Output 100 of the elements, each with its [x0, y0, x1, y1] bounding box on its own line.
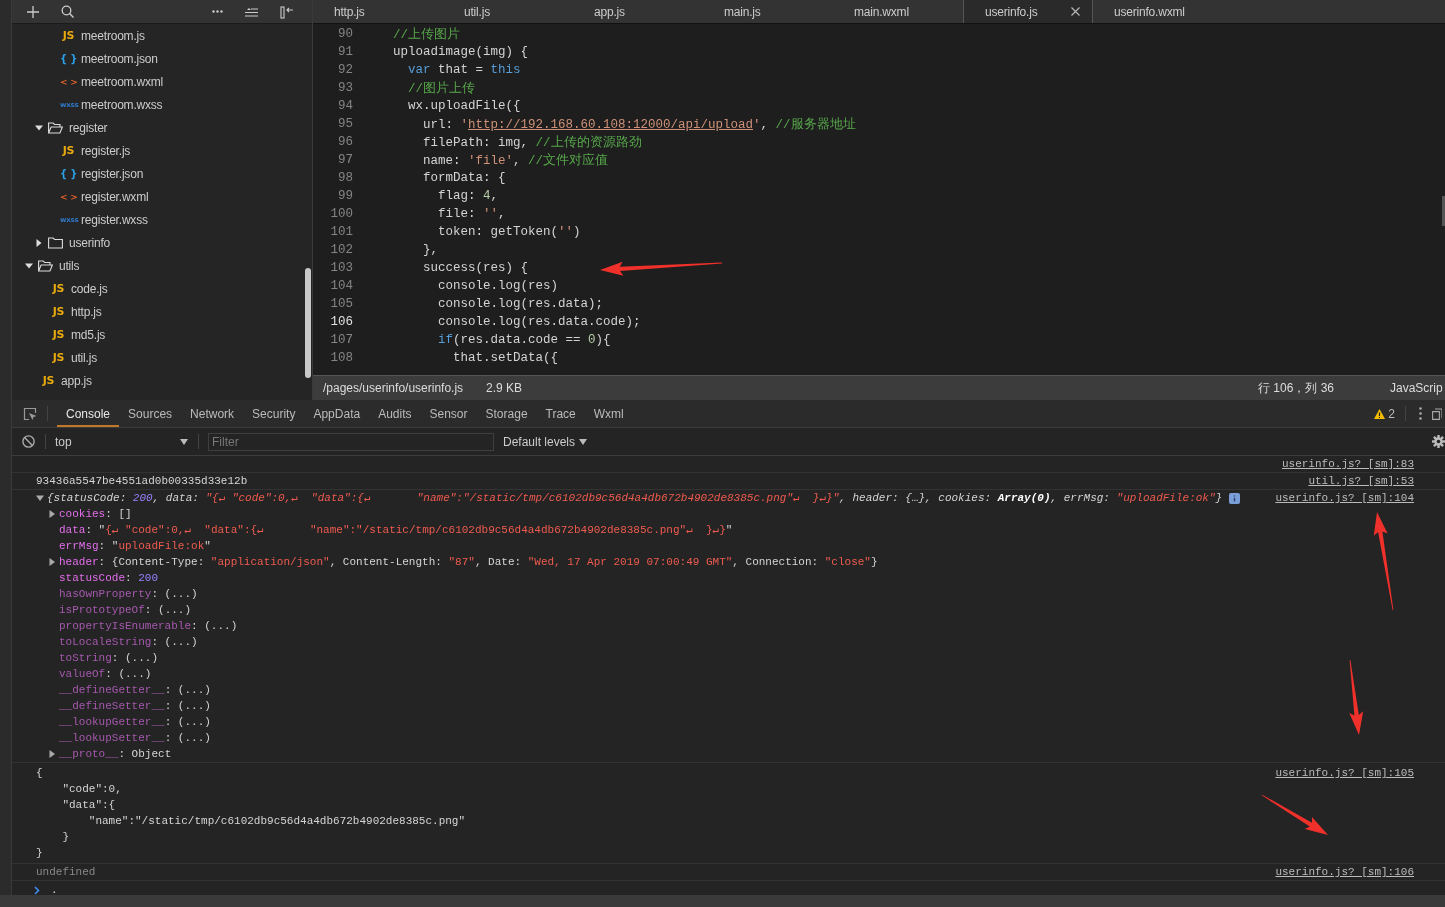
code-line: flag: 4, — [437, 189, 499, 203]
dock-icon[interactable] — [1432, 407, 1442, 420]
tree-item[interactable]: JS register.js — [12, 139, 312, 162]
tree-item[interactable]: userinfo — [12, 231, 312, 254]
object-property: propertyIsEnumerable: (...) — [59, 619, 238, 634]
line-number: 102 — [329, 243, 353, 257]
scrollbar-thumb[interactable] — [305, 268, 311, 378]
editor-tab[interactable]: app.js — [573, 0, 703, 23]
caret-icon — [35, 123, 43, 132]
tree-item[interactable]: < > meetroom.wxml — [12, 70, 312, 93]
line-number: 106 — [329, 315, 353, 329]
devtools-tab[interactable]: Sensor — [420, 400, 477, 427]
collapse-icon[interactable] — [245, 6, 258, 17]
code-line: filePath: img, //上传的资源路劲 — [422, 134, 642, 151]
log-message: 93436a5547be4551ad0b00335d33e12b — [36, 474, 249, 489]
devtools-tab[interactable]: Storage — [476, 400, 537, 427]
devtools-tab[interactable]: Console — [57, 400, 120, 427]
editor-tab[interactable]: http.js — [313, 0, 443, 23]
tree-item[interactable]: < > register.wxml — [12, 185, 312, 208]
code-line: success(res) { — [422, 261, 529, 275]
tree-item[interactable]: JS md5.js — [12, 323, 312, 346]
code-line: console.log(res.data); — [437, 297, 604, 311]
tree-item[interactable]: utils — [12, 254, 312, 277]
expand-caret-icon[interactable] — [48, 510, 56, 518]
source-link[interactable]: userinfo.js? [sm]:105 — [1275, 765, 1414, 781]
devtools-tab[interactable]: Network — [181, 400, 244, 427]
split-panel-icon[interactable] — [280, 4, 294, 19]
warning-count[interactable]: 2 — [1388, 406, 1395, 421]
code-line: wx.uploadFile({ — [407, 99, 521, 113]
annotation-arrow — [1261, 794, 1328, 835]
editor-tab[interactable]: main.wxml — [833, 0, 963, 23]
dropdown-caret-icon — [180, 438, 188, 445]
file-size: 2.9 KB — [486, 381, 523, 395]
devtools-tab[interactable]: Wxml — [584, 400, 633, 427]
clear-console-icon[interactable] — [22, 435, 35, 448]
devtools-tab[interactable]: AppData — [304, 400, 370, 427]
close-icon[interactable] — [1071, 7, 1080, 16]
object-property: __lookupGetter__: (...) — [59, 715, 211, 730]
source-link[interactable]: util.js? [sm]:53 — [1308, 473, 1414, 489]
object-property: errMsg: "uploadFile:ok" — [59, 539, 211, 554]
object-property: hasOwnProperty: (...) — [59, 587, 198, 602]
line-number: 101 — [329, 225, 353, 239]
settings-icon[interactable] — [1432, 435, 1445, 448]
more-icon[interactable] — [212, 10, 223, 13]
more-icon[interactable] — [1419, 407, 1422, 420]
tree-item[interactable]: register — [12, 116, 312, 139]
editor-tab[interactable]: userinfo.js — [963, 0, 1093, 23]
line-number: 98 — [337, 171, 353, 185]
tree-item[interactable]: { } meetroom.json — [12, 47, 312, 70]
expand-caret-icon[interactable] — [48, 750, 56, 758]
add-icon[interactable] — [27, 5, 39, 18]
source-link[interactable]: userinfo.js? [sm]:104 — [1275, 490, 1414, 506]
console-input[interactable]: . — [51, 883, 58, 895]
object-property: __proto__: Object — [59, 747, 172, 762]
code-line: uploadimage(img) { — [393, 45, 529, 59]
language-label[interactable]: JavaScrip — [1390, 381, 1445, 395]
object-property: __defineGetter__: (...) — [59, 683, 211, 698]
tree-item[interactable]: JS code.js — [12, 277, 312, 300]
devtools-tab[interactable]: Security — [243, 400, 305, 427]
folder-icon — [48, 236, 63, 249]
object-summary[interactable]: {statusCode: 200, data: "{↵ "code":0,↵ "data":{↵ "name":"/static/tmp/c6102db9c56d4a4db672b4902de8385c.png"↵ }↵}", header: {…}, cookies: Array(0), errMsg: "uploadFile:ok"} — [47, 490, 1223, 506]
line-number: 94 — [337, 99, 353, 113]
tree-item[interactable]: JS http.js — [12, 300, 312, 323]
line-number: 96 — [337, 135, 353, 149]
filter-field[interactable]: Filter — [208, 432, 494, 451]
line-number: 107 — [329, 333, 353, 347]
devtools-tab[interactable]: Trace — [536, 400, 585, 427]
context-select[interactable]: top — [55, 434, 188, 449]
code-line: }, — [422, 243, 438, 257]
tree-item[interactable]: { } register.json — [12, 162, 312, 185]
devtools-tab[interactable]: Audits — [369, 400, 421, 427]
code-line: //图片上传 — [407, 80, 475, 97]
search-icon[interactable] — [61, 5, 74, 18]
code-line: that.setData({ — [452, 351, 559, 365]
line-number: 100 — [329, 207, 353, 221]
log-message: { "code":0, "data":{ "name":"/static/tmp/c6102db9c56d4a4db672b4902de8385c.png" } } — [36, 766, 467, 861]
info-icon[interactable] — [1229, 492, 1241, 504]
source-link[interactable]: userinfo.js? [sm]:83 — [1281, 456, 1414, 472]
devtools-tab[interactable]: Sources — [119, 400, 182, 427]
expand-caret-icon[interactable] — [36, 494, 44, 502]
tree-item[interactable]: JS util.js — [12, 346, 312, 369]
line-number: 91 — [337, 45, 353, 59]
scrollbar-thumb[interactable] — [1442, 196, 1445, 226]
tree-item[interactable]: JS app.js — [12, 369, 312, 392]
line-number: 104 — [329, 279, 353, 293]
line-number: 93 — [337, 81, 353, 95]
code-line: console.log(res.data.code); — [437, 315, 641, 329]
source-link[interactable]: userinfo.js? [sm]:106 — [1275, 864, 1414, 880]
expand-caret-icon[interactable] — [48, 558, 56, 566]
editor-tab[interactable]: main.js — [703, 0, 833, 23]
tree-item[interactable]: JS meetroom.js — [12, 24, 312, 47]
object-property: __defineSetter__: (...) — [59, 699, 211, 714]
open-folder-icon — [48, 121, 63, 134]
code-line: console.log(res) — [437, 279, 559, 293]
editor-tab[interactable]: util.js — [443, 0, 573, 23]
code-line: //上传图片 — [393, 26, 460, 43]
editor-tab[interactable]: userinfo.wxml — [1093, 0, 1223, 23]
log-levels-dropdown[interactable]: Default levels — [503, 434, 588, 449]
inspect-icon[interactable] — [23, 406, 37, 421]
result-text: undefined — [36, 865, 97, 880]
